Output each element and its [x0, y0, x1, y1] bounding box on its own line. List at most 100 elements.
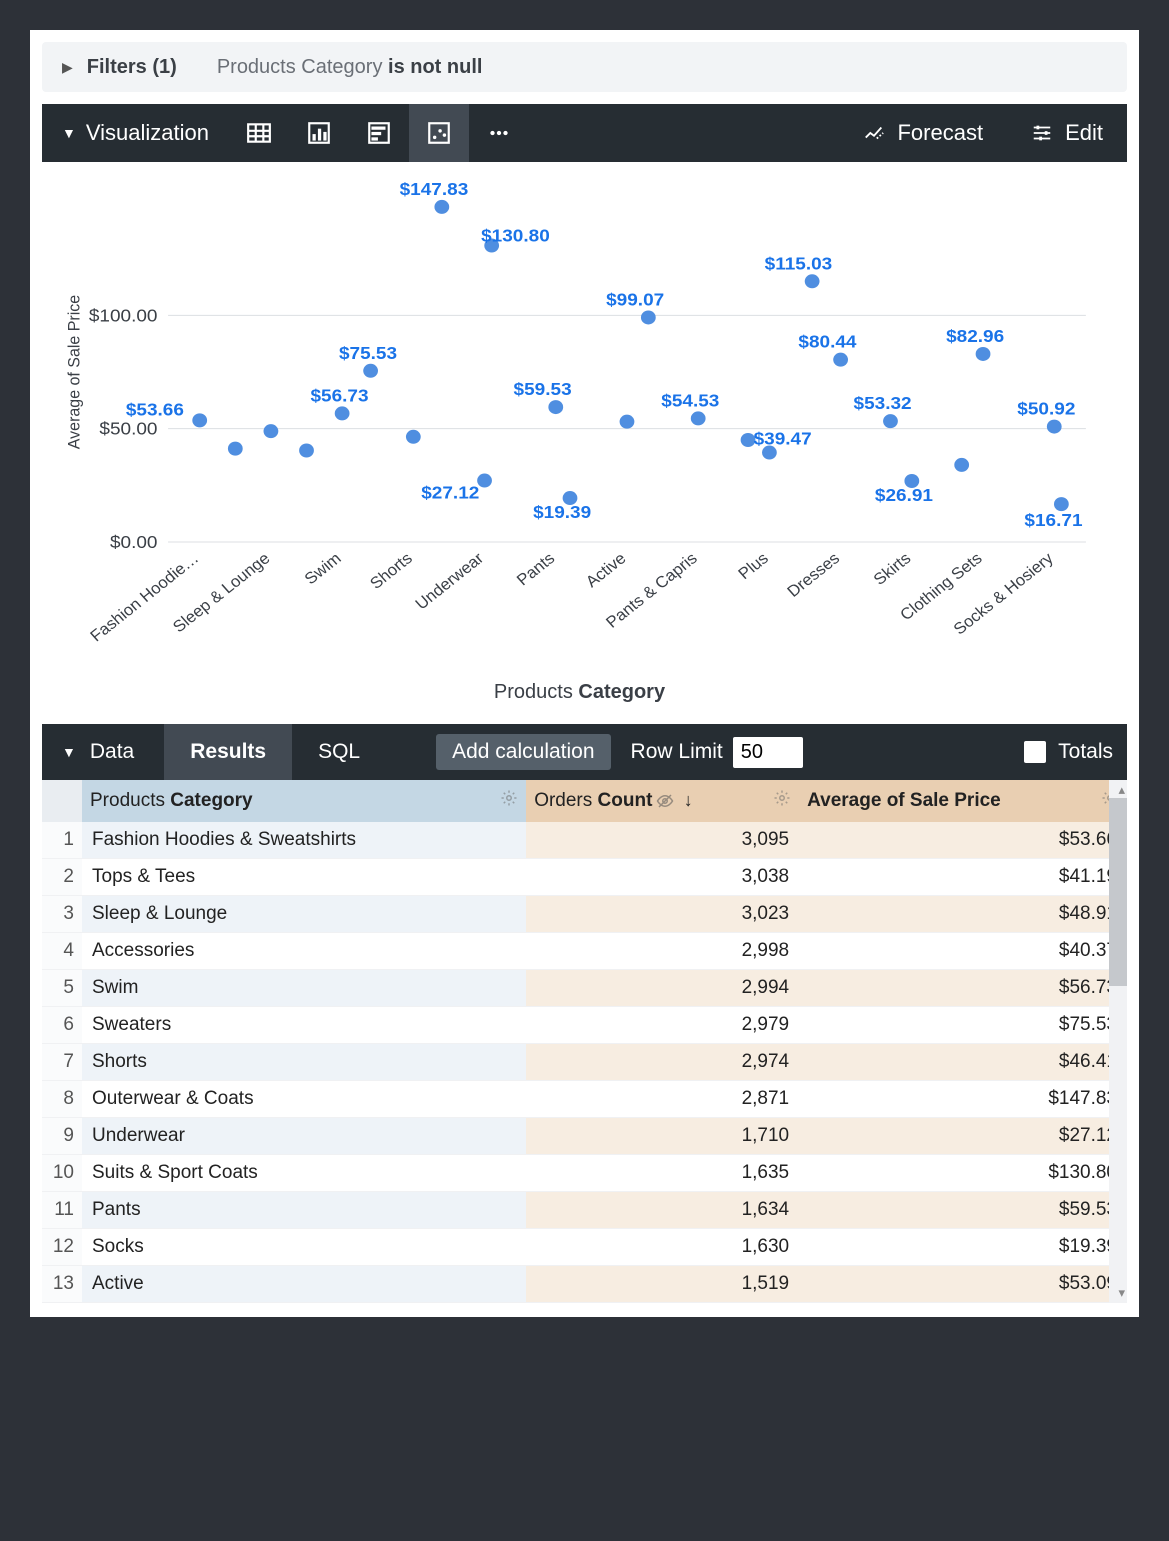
filters-label: Filters (1)	[87, 56, 177, 79]
cell-category: Accessories	[82, 933, 526, 970]
table-row[interactable]: 3Sleep & Lounge3,023$48.91	[42, 896, 1127, 933]
data-point	[434, 200, 449, 214]
chart-type-icons	[229, 104, 529, 162]
data-point	[335, 406, 350, 420]
table-row[interactable]: 7Shorts2,974$46.41	[42, 1044, 1127, 1081]
table-row[interactable]: 9Underwear1,710$27.12	[42, 1118, 1127, 1155]
data-bar: ▼ Data Results SQL Add calculation Row L…	[42, 724, 1127, 780]
forecast-button[interactable]: Forecast	[839, 120, 1007, 146]
data-label: $39.47	[754, 428, 812, 448]
data-label: $16.71	[1024, 510, 1082, 530]
cell-category: Suits & Sport Coats	[82, 1155, 526, 1192]
x-axis-title: Products Category	[52, 677, 1107, 718]
more-icon[interactable]	[469, 104, 529, 162]
cell-avg: $53.09	[799, 1266, 1127, 1303]
data-point	[477, 474, 492, 488]
sort-desc-icon: ↓	[684, 790, 693, 810]
table-row[interactable]: 10Suits & Sport Coats1,635$130.80	[42, 1155, 1127, 1192]
cell-avg: $130.80	[799, 1155, 1127, 1192]
column-header[interactable]: Orders Count ↓	[526, 780, 799, 822]
row-number: 7	[42, 1044, 82, 1081]
table-row[interactable]: 8Outerwear & Coats2,871$147.83	[42, 1081, 1127, 1118]
data-label: $26.91	[875, 484, 933, 504]
row-limit-label: Row Limit	[631, 740, 723, 764]
table-row[interactable]: 6Sweaters2,979$75.53	[42, 1007, 1127, 1044]
data-point	[805, 274, 820, 288]
gear-icon[interactable]	[773, 789, 791, 807]
data-label: Data	[90, 740, 164, 764]
data-label: $75.53	[339, 342, 397, 362]
row-number: 9	[42, 1118, 82, 1155]
svg-text:Swim: Swim	[301, 550, 344, 589]
cell-avg: $147.83	[799, 1081, 1127, 1118]
cell-avg: $48.91	[799, 896, 1127, 933]
cell-count: 2,979	[526, 1007, 799, 1044]
data-point	[691, 411, 706, 425]
scroll-thumb[interactable]	[1109, 798, 1127, 986]
data-label: $27.12	[421, 482, 479, 502]
column-header[interactable]: Products Category	[82, 780, 526, 822]
scatter-chart: Average of Sale Price$0.00$50.00$100.00F…	[42, 162, 1127, 724]
scroll-down-icon[interactable]: ▾	[1118, 1285, 1125, 1301]
filters-bar[interactable]: ▶ Filters (1) Products Category is not n…	[42, 42, 1127, 92]
cell-count: 1,630	[526, 1229, 799, 1266]
svg-text:Dresses: Dresses	[784, 550, 843, 601]
data-label: $59.53	[514, 379, 572, 399]
cell-count: 3,095	[526, 822, 799, 859]
cell-avg: $27.12	[799, 1118, 1127, 1155]
data-point	[976, 347, 991, 361]
data-label: $80.44	[798, 331, 857, 351]
edit-button[interactable]: Edit	[1007, 120, 1127, 146]
hide-icon[interactable]	[656, 792, 674, 810]
table-row[interactable]: 5Swim2,994$56.73	[42, 970, 1127, 1007]
data-label: $147.83	[400, 182, 469, 199]
cell-count: 3,038	[526, 859, 799, 896]
collapse-icon[interactable]: ▼	[42, 125, 86, 141]
cell-count: 1,635	[526, 1155, 799, 1192]
table-row[interactable]: 13Active1,519$53.09	[42, 1266, 1127, 1303]
cell-category: Swim	[82, 970, 526, 1007]
column-chart-icon[interactable]	[289, 104, 349, 162]
cell-count: 2,871	[526, 1081, 799, 1118]
cell-category: Shorts	[82, 1044, 526, 1081]
data-label: $56.73	[310, 385, 368, 405]
scrollbar[interactable]: ▴ ▾	[1109, 780, 1127, 1303]
data-label: $50.92	[1017, 398, 1075, 418]
add-calculation-button[interactable]: Add calculation	[436, 734, 610, 770]
table-row[interactable]: 1Fashion Hoodies & Sweatshirts3,095$53.6…	[42, 822, 1127, 859]
data-point	[192, 413, 207, 427]
cell-avg: $75.53	[799, 1007, 1127, 1044]
table-row[interactable]: 2Tops & Tees3,038$41.19	[42, 859, 1127, 896]
scroll-up-icon[interactable]: ▴	[1118, 782, 1125, 798]
svg-text:Average of Sale Price: Average of Sale Price	[65, 295, 83, 449]
totals-checkbox[interactable]	[1024, 741, 1046, 763]
data-point	[833, 353, 848, 367]
totals-label: Totals	[1058, 740, 1113, 764]
table-row[interactable]: 11Pants1,634$59.53	[42, 1192, 1127, 1229]
data-point	[228, 442, 243, 456]
data-label: $54.53	[661, 390, 719, 410]
scatter-icon[interactable]	[409, 104, 469, 162]
collapse-icon[interactable]: ▼	[42, 744, 90, 760]
row-number: 12	[42, 1229, 82, 1266]
cell-avg: $40.37	[799, 933, 1127, 970]
table-icon[interactable]	[229, 104, 289, 162]
forecast-icon	[863, 122, 885, 144]
cell-category: Sweaters	[82, 1007, 526, 1044]
row-number: 8	[42, 1081, 82, 1118]
data-point	[883, 414, 898, 428]
filter-condition: Products Category is not null	[217, 56, 483, 79]
row-number: 4	[42, 933, 82, 970]
gear-icon[interactable]	[500, 789, 518, 807]
data-point	[264, 424, 279, 438]
tab-results[interactable]: Results	[164, 724, 292, 780]
table-row[interactable]: 4Accessories2,998$40.37	[42, 933, 1127, 970]
column-header[interactable]: Average of Sale Price	[799, 780, 1127, 822]
bar-chart-icon[interactable]	[349, 104, 409, 162]
data-point	[299, 443, 314, 457]
data-point	[954, 458, 969, 472]
tab-sql[interactable]: SQL	[292, 724, 386, 780]
results-table: Products CategoryOrders Count ↓Average o…	[42, 780, 1127, 1303]
table-row[interactable]: 12Socks1,630$19.39	[42, 1229, 1127, 1266]
row-limit-input[interactable]	[733, 737, 803, 768]
